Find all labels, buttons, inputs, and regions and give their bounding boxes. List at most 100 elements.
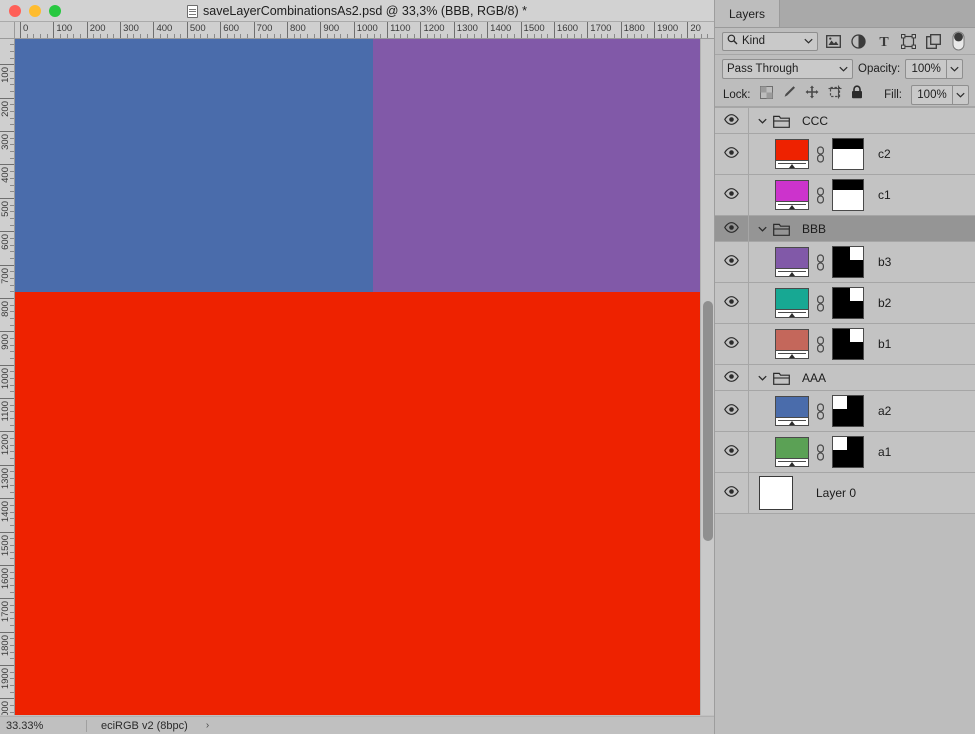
ruler-tick-major — [0, 598, 14, 600]
horizontal-ruler[interactable]: 0 100 200 300 400 500 600 700 800 900 1000 1100 1200… — [15, 22, 714, 39]
mask-link-icon[interactable] — [814, 294, 827, 312]
tab-layers[interactable]: Layers — [715, 0, 781, 27]
layer-visibility-toggle-c1[interactable] — [715, 175, 749, 215]
layer-visibility-toggle-b2[interactable] — [715, 283, 749, 323]
mask-link-icon[interactable] — [814, 443, 827, 461]
zoom-level-field[interactable]: 33.33% — [0, 720, 86, 732]
lock-all-icon[interactable] — [851, 85, 863, 104]
group-expand-chevron-down-icon[interactable] — [757, 375, 768, 381]
layer-row-b3[interactable]: b3 — [715, 242, 975, 283]
layer-thumbnail[interactable] — [775, 396, 809, 426]
layer-thumbnail[interactable] — [775, 288, 809, 318]
ruler-tick-minor — [427, 34, 429, 38]
ruler-tick-minor — [10, 91, 14, 93]
mask-link-icon[interactable] — [814, 335, 827, 353]
ruler-tick-minor — [347, 34, 349, 38]
chevron-down-icon[interactable] — [839, 63, 848, 75]
layer-row-aaa[interactable]: AAA — [715, 365, 975, 391]
ruler-tick-minor — [10, 324, 14, 326]
filter-adjustment-layers-icon[interactable] — [849, 32, 868, 51]
layer-row-b2[interactable]: b2 — [715, 283, 975, 324]
maximize-window-button[interactable] — [49, 4, 61, 17]
layer-row-b1[interactable]: b1 — [715, 324, 975, 365]
vertical-ruler[interactable]: 0100200300400500600700800900100011001200… — [0, 39, 15, 715]
layer-mask-thumbnail[interactable] — [832, 246, 864, 278]
filter-smart-objects-icon[interactable] — [924, 32, 943, 51]
ruler-tick-minor — [10, 344, 14, 346]
layer-mask-thumbnail[interactable] — [832, 395, 864, 427]
fill-field[interactable]: 100% — [911, 84, 969, 105]
opacity-value[interactable]: 100% — [906, 63, 946, 75]
layer-row-a2[interactable]: a2 — [715, 391, 975, 432]
eye-icon — [724, 220, 739, 238]
lock-transparency-icon[interactable] — [759, 85, 773, 104]
ruler-tick-minor — [233, 34, 235, 38]
lock-icon-group — [759, 85, 863, 104]
layer-mask-thumbnail[interactable] — [832, 328, 864, 360]
ruler-tick-minor — [313, 34, 315, 38]
eye-icon — [724, 484, 739, 502]
layer-thumbnail[interactable] — [759, 476, 793, 510]
layer-thumbnail[interactable] — [775, 139, 809, 169]
ruler-tick-minor — [266, 34, 268, 38]
fill-value[interactable]: 100% — [912, 89, 952, 101]
layer-visibility-toggle-layer-0[interactable] — [715, 473, 749, 513]
layer-mask-thumbnail[interactable] — [832, 138, 864, 170]
ruler-tick-minor — [560, 34, 562, 38]
mask-link-icon[interactable] — [814, 186, 827, 204]
layer-visibility-toggle-b1[interactable] — [715, 324, 749, 364]
lock-position-icon[interactable] — [805, 85, 819, 104]
lock-artboard-nesting-icon[interactable] — [828, 85, 842, 104]
filter-kind-select[interactable]: Kind — [722, 31, 818, 51]
chevron-down-icon[interactable] — [804, 35, 813, 47]
layer-row-a1[interactable]: a1 — [715, 432, 975, 473]
layer-thumbnail[interactable] — [775, 247, 809, 277]
layer-row-layer-0[interactable]: Layer 0 — [715, 473, 975, 514]
filter-enable-toggle[interactable] — [949, 31, 968, 51]
vertical-scrollbar-thumb[interactable] — [703, 301, 713, 541]
filter-type-layers-icon[interactable]: T — [874, 32, 893, 51]
layer-mask-thumbnail[interactable] — [832, 436, 864, 468]
filter-shape-layers-icon[interactable] — [899, 32, 918, 51]
layer-name-label: a2 — [878, 404, 892, 418]
layer-visibility-toggle-ccc[interactable] — [715, 108, 749, 133]
ruler-corner[interactable] — [0, 22, 15, 39]
filter-pixel-layers-icon[interactable] — [824, 32, 843, 51]
layer-row-ccc[interactable]: CCC — [715, 108, 975, 134]
window-controls[interactable] — [0, 4, 61, 17]
layer-row-c1[interactable]: c1 — [715, 175, 975, 216]
status-menu-arrow-icon[interactable]: › — [188, 720, 209, 731]
group-expand-chevron-down-icon[interactable] — [757, 118, 768, 124]
canvas-vertical-scrollbar[interactable] — [700, 39, 714, 715]
mask-link-icon[interactable] — [814, 253, 827, 271]
layer-row-c2[interactable]: c2 — [715, 134, 975, 175]
layer-visibility-toggle-b3[interactable] — [715, 242, 749, 282]
layer-visibility-toggle-a1[interactable] — [715, 432, 749, 472]
layer-visibility-toggle-aaa[interactable] — [715, 365, 749, 390]
ruler-tick-minor — [10, 137, 14, 139]
blend-mode-select[interactable]: Pass Through — [722, 59, 853, 79]
layer-list[interactable]: CCC c2 c1 BBB b3 b2 b1 AAA a2 a1 Layer 0 — [715, 107, 975, 514]
layer-row-bbb[interactable]: BBB — [715, 216, 975, 242]
mask-link-icon[interactable] — [814, 145, 827, 163]
layer-mask-thumbnail[interactable] — [832, 179, 864, 211]
document-canvas[interactable] — [15, 39, 714, 715]
opacity-chevron-down-icon[interactable] — [946, 60, 962, 78]
layer-thumbnail[interactable] — [775, 329, 809, 359]
ruler-tick-minor — [10, 685, 14, 687]
layer-visibility-toggle-a2[interactable] — [715, 391, 749, 431]
layer-visibility-toggle-c2[interactable] — [715, 134, 749, 174]
layer-thumbnail[interactable] — [775, 180, 809, 210]
layer-thumbnail[interactable] — [775, 437, 809, 467]
opacity-field[interactable]: 100% — [905, 59, 964, 79]
ruler-tick-major — [0, 631, 14, 633]
mask-link-icon[interactable] — [814, 402, 827, 420]
lock-image-pixels-icon[interactable] — [782, 85, 796, 104]
ruler-tick-major — [0, 64, 14, 66]
group-expand-chevron-down-icon[interactable] — [757, 226, 768, 232]
close-window-button[interactable] — [9, 4, 21, 17]
layer-mask-thumbnail[interactable] — [832, 287, 864, 319]
minimize-window-button[interactable] — [29, 4, 41, 17]
layer-visibility-toggle-bbb[interactable] — [715, 216, 749, 241]
fill-chevron-down-icon[interactable] — [952, 85, 968, 104]
